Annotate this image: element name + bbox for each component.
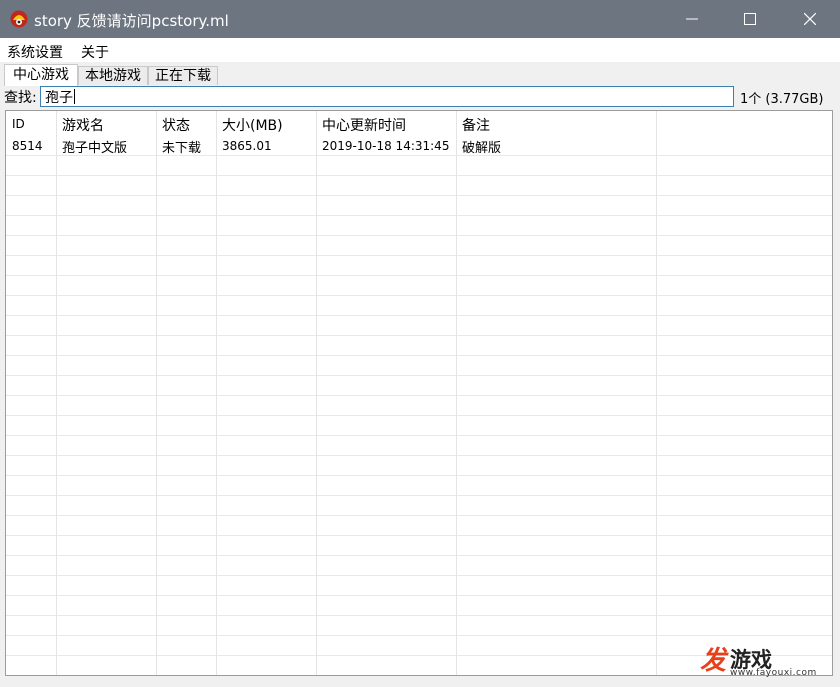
- maximize-icon: [744, 13, 756, 25]
- text-caret: [74, 89, 75, 104]
- search-input[interactable]: [40, 86, 734, 107]
- cell-status[interactable]: 未下载: [162, 137, 201, 156]
- watermark-url: www.fayouxi.com: [730, 668, 817, 678]
- title-bar: story 反馈请访问pcstory.ml: [0, 0, 840, 38]
- menu-bar: 系统设置 关于: [0, 38, 840, 62]
- cell-update-time[interactable]: 2019-10-18 14:31:45: [322, 139, 449, 153]
- tab-center-games[interactable]: 中心游戏: [4, 64, 78, 86]
- game-list-table[interactable]: ID 游戏名 状态 大小(MB) 中心更新时间 备注 8514 孢子中文版 未下…: [5, 110, 833, 676]
- column-header-status[interactable]: 状态: [162, 115, 190, 135]
- app-icon: [10, 10, 28, 28]
- grid-lines: [6, 111, 832, 675]
- watermark-brand-first: 发: [700, 646, 727, 676]
- menu-system-settings[interactable]: 系统设置: [7, 42, 63, 62]
- maximize-button[interactable]: [722, 0, 778, 38]
- watermark-logo: 发 游戏 www.fayouxi.com: [700, 640, 816, 682]
- cell-id[interactable]: 8514: [12, 139, 43, 153]
- close-icon: [804, 13, 816, 25]
- column-header-size[interactable]: 大小(MB): [222, 115, 283, 135]
- column-header-note[interactable]: 备注: [462, 115, 490, 135]
- close-button[interactable]: [782, 0, 838, 38]
- cell-size[interactable]: 3865.01: [222, 139, 272, 153]
- tab-local-games[interactable]: 本地游戏: [78, 66, 148, 85]
- minimize-icon: [686, 18, 698, 20]
- window-title: story 反馈请访问pcstory.ml: [34, 12, 229, 30]
- result-count: 1个 (3.77GB): [740, 92, 824, 107]
- minimize-button[interactable]: [664, 0, 720, 38]
- column-header-id[interactable]: ID: [12, 117, 25, 131]
- menu-about[interactable]: 关于: [81, 42, 109, 62]
- tab-strip: 中心游戏 本地游戏 正在下载: [0, 64, 840, 86]
- cell-game-name[interactable]: 孢子中文版: [62, 137, 127, 156]
- search-label: 查找:: [4, 90, 37, 106]
- column-header-update-time[interactable]: 中心更新时间: [322, 115, 406, 135]
- column-header-game-name[interactable]: 游戏名: [62, 115, 104, 135]
- tab-downloading[interactable]: 正在下载: [148, 66, 218, 85]
- cell-note[interactable]: 破解版: [462, 137, 501, 156]
